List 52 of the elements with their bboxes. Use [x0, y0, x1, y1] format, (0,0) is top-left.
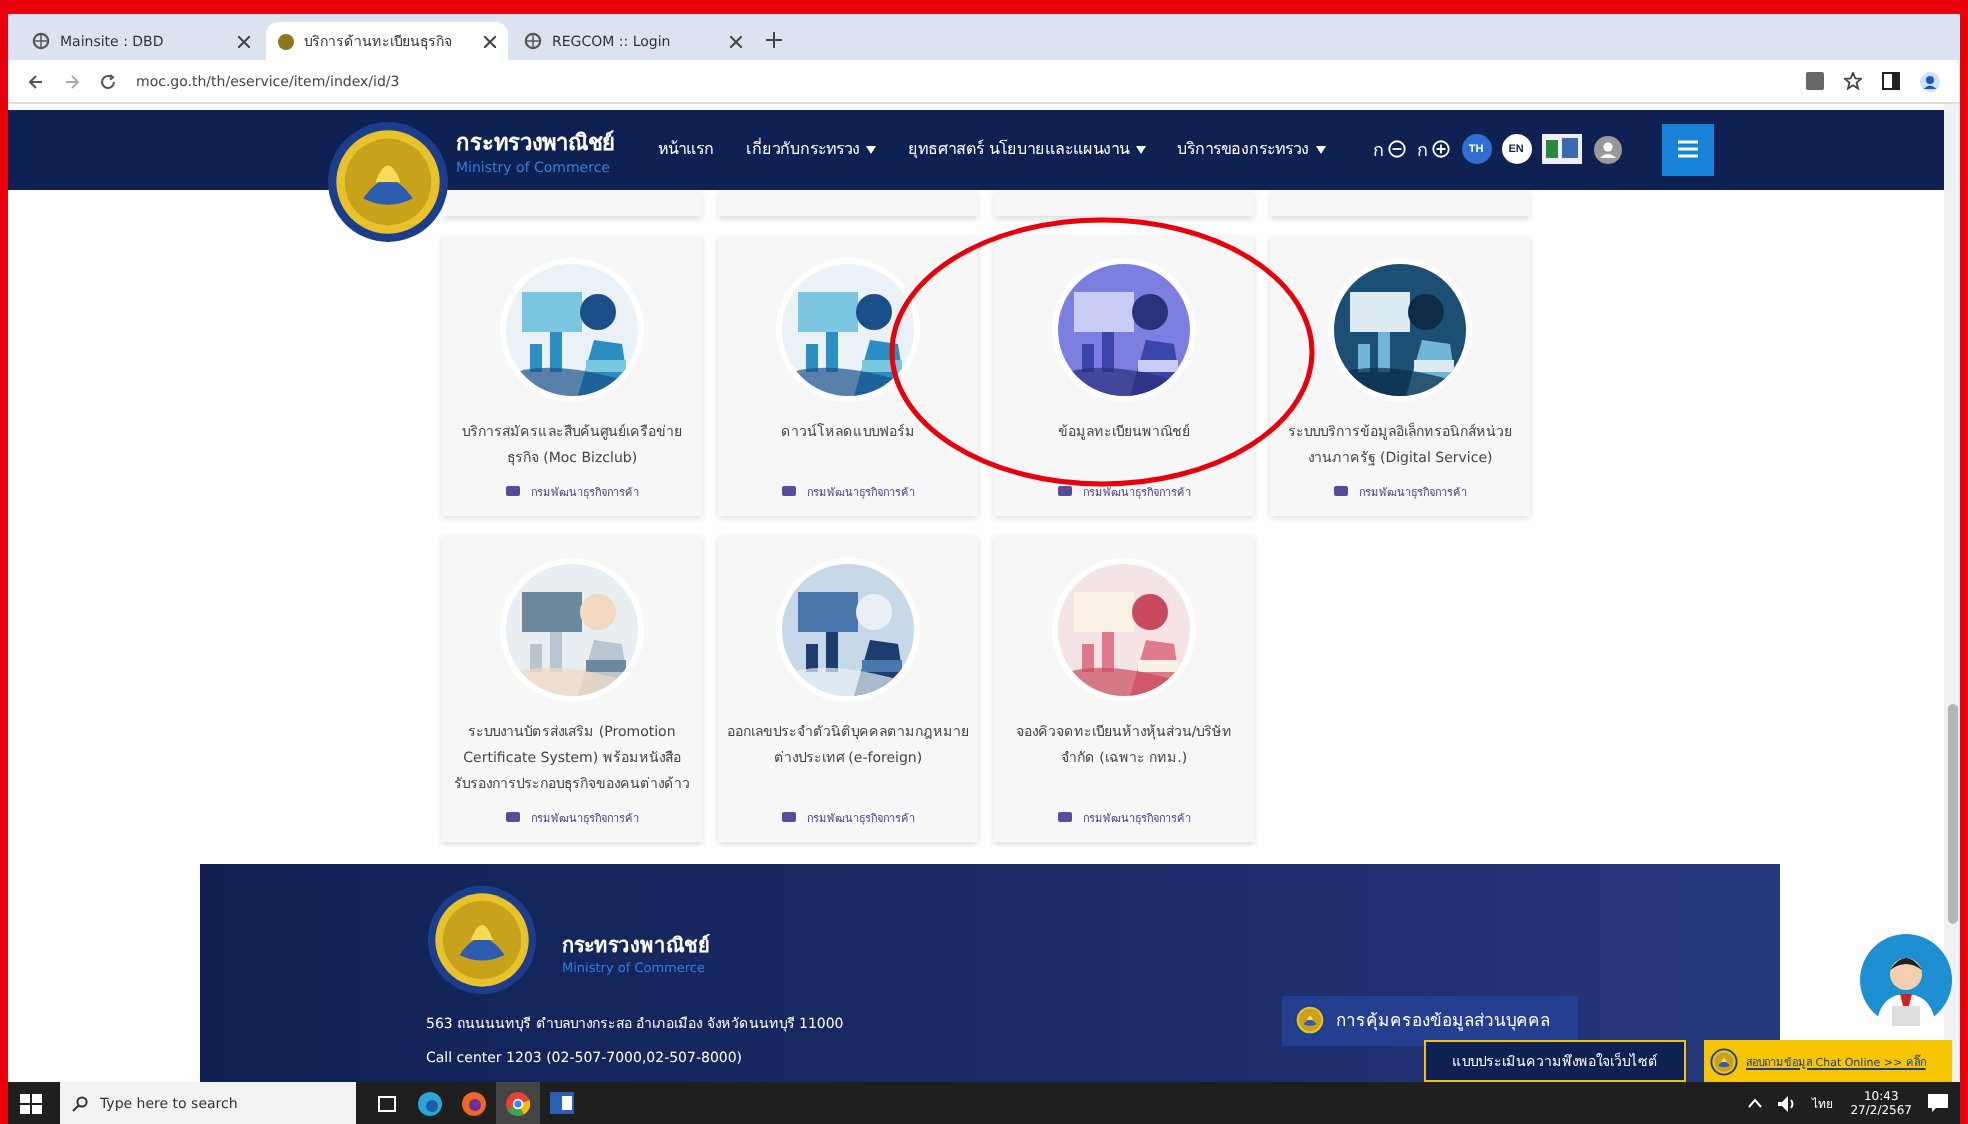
card-id-icon: [1333, 486, 1347, 497]
notification-icon[interactable]: [1928, 1094, 1948, 1112]
reload-icon[interactable]: [100, 73, 116, 89]
edge-icon[interactable]: [418, 1091, 442, 1115]
accessibility-logo[interactable]: [1541, 134, 1582, 165]
card-id-icon: [1057, 486, 1071, 497]
footer-title: กระทรวงพาณิชย์: [562, 932, 710, 961]
caret-down-icon: [866, 146, 876, 155]
emblem-icon: [278, 33, 294, 49]
ministry-seal-logo: [1294, 1004, 1326, 1037]
chrome-icon[interactable]: [506, 1091, 530, 1115]
caret-up-icon[interactable]: [1748, 1098, 1763, 1108]
site-title: กระทรวงพาณิชย์: [456, 127, 614, 160]
close-icon[interactable]: [238, 35, 250, 47]
user-icon[interactable]: [1593, 135, 1622, 164]
nav-link[interactable]: เกี่ยวกับกระทรวง: [746, 136, 876, 163]
star-icon[interactable]: [1844, 72, 1862, 90]
globe-icon: [32, 32, 50, 50]
firefox-icon[interactable]: [462, 1091, 486, 1115]
scrollbar-thumb[interactable]: [1947, 704, 1957, 924]
sidebar-icon[interactable]: [1882, 72, 1900, 90]
caret-down-icon: [1135, 146, 1146, 155]
card-id-icon: [505, 812, 519, 823]
font-decrease-button[interactable]: ก: [1373, 135, 1406, 164]
close-icon[interactable]: [730, 35, 742, 47]
chat-avatar-icon[interactable]: [1860, 934, 1952, 1026]
task-view-icon[interactable]: [377, 1095, 395, 1111]
caret-down-icon: [1315, 146, 1326, 155]
nav-link[interactable]: ยุทธศาสตร์ นโยบายและแผนงาน: [908, 136, 1146, 163]
card-id-icon: [505, 486, 519, 497]
ministry-seal-logo: [1710, 1047, 1738, 1075]
profile-icon[interactable]: [1920, 71, 1940, 91]
card-id-icon: [1057, 812, 1071, 823]
search-icon: [72, 1095, 88, 1111]
ministry-seal-logo: [426, 883, 538, 996]
plus-icon[interactable]: [766, 32, 782, 48]
speaker-icon[interactable]: [1778, 1095, 1797, 1111]
card-id-icon: [781, 486, 795, 497]
ministry-seal-logo: [326, 120, 450, 244]
menu-icon: [1677, 140, 1698, 159]
word-icon[interactable]: [550, 1092, 574, 1114]
card-id-icon: [781, 812, 795, 823]
minus-icon: [1387, 140, 1406, 159]
close-icon[interactable]: [484, 35, 496, 47]
privacy-link[interactable]: การคุ้มครองข้อมูลส่วนบุคคล: [1282, 995, 1578, 1046]
nav-link[interactable]: หน้าแรก: [658, 136, 714, 163]
menu-button[interactable]: [1661, 123, 1714, 176]
plus-icon: [1431, 140, 1450, 159]
back-icon[interactable]: [28, 73, 44, 89]
nav-link[interactable]: บริการของกระทรวง: [1177, 136, 1326, 163]
globe-icon: [524, 32, 542, 50]
font-increase-button[interactable]: ก: [1417, 135, 1450, 164]
